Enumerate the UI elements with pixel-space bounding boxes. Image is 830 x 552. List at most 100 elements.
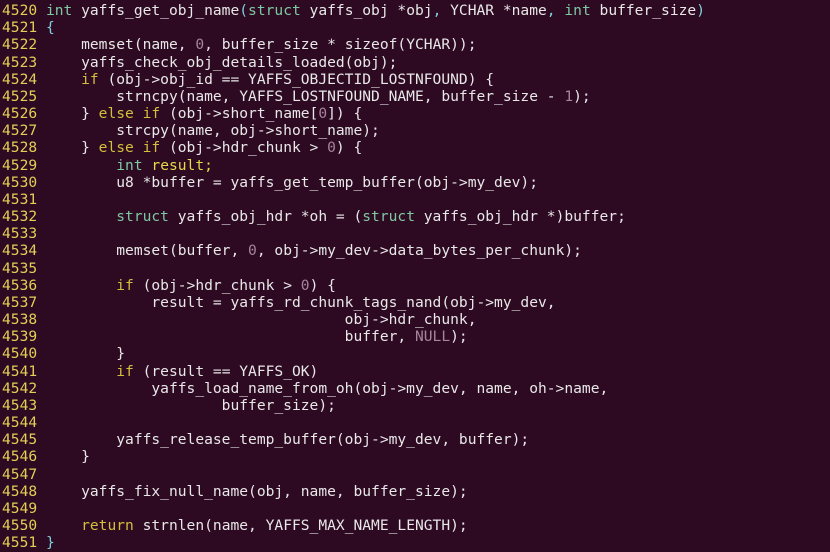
code-line[interactable]: 4526 } else if (obj->short_name[0]) { [2,105,705,122]
code-token: ) [696,2,705,19]
code-line[interactable]: 4533 [2,225,705,242]
line-number: 4538 [2,311,38,329]
code-token: else if [98,139,161,157]
code-token: strncpy(name, YAFFS_LOSTNFOUND_NAME, buf… [45,87,565,105]
code-token: yaffs_get_obj_name [72,2,240,19]
code-token: } [45,345,126,363]
code-token: struct [248,2,301,19]
code-editor[interactable]: 4520 int yaffs_get_obj_name(struct yaffs… [2,2,705,552]
code-line[interactable]: 4545 yaffs_release_temp_buffer(obj->my_d… [2,431,705,448]
code-token: (obj->short_name[ [160,105,319,123]
code-token: if [45,276,134,294]
code-line[interactable]: 4528 } else if (obj->hdr_chunk > 0) { [2,139,705,156]
code-line[interactable]: 4539 buffer, NULL); [2,328,705,345]
code-token: 0 [300,276,310,294]
code-line[interactable]: 4522 memset(name, 0, buffer_size * sizeo… [2,36,705,53]
code-token: ) { [335,139,363,157]
code-line[interactable]: 4541 if (result == YAFFS_OK) [2,363,705,380]
code-line[interactable]: 4520 int yaffs_get_obj_name(struct yaffs… [2,2,705,19]
line-number: 4545 [2,431,38,449]
code-token: yaffs_obj_hdr *oh = ( [168,208,363,226]
code-line[interactable]: 4540 } [2,345,705,362]
code-token: 0 [248,242,257,260]
code-token: (result == YAFFS_OK) [133,362,319,380]
code-token: (obj->hdr_chunk > [160,139,328,157]
code-line[interactable]: 4548 yaffs_fix_null_name(obj, name, buff… [2,483,705,500]
line-number: 4551 [2,534,38,552]
line-number: 4520 [2,2,38,19]
code-token: buffer, [45,328,415,346]
line-number: 4547 [2,465,38,483]
line-number: 4550 [2,517,38,535]
code-line[interactable]: 4544 [2,414,705,431]
code-line[interactable]: 4535 [2,260,705,277]
line-number: 4527 [2,122,38,140]
code-line[interactable]: 4550 return strnlen(name, YAFFS_MAX_NAME… [2,517,705,534]
code-line[interactable]: 4534 memset(buffer, 0, obj->my_dev->data… [2,242,705,259]
line-number: 4524 [2,70,38,88]
code-token: 1 [564,87,574,105]
line-number: 4523 [2,53,38,71]
code-line[interactable]: 4543 buffer_size); [2,397,705,414]
line-number: 4522 [2,36,38,54]
code-token: } [45,448,90,466]
code-line[interactable]: 4532 struct yaffs_obj_hdr *oh = (struct … [2,208,705,225]
code-line[interactable]: 4542 yaffs_load_name_from_oh(obj->my_dev… [2,380,705,397]
code-token: yaffs_check_obj_details_loaded(obj); [45,53,398,71]
line-number: 4546 [2,448,38,466]
line-number: 4544 [2,414,38,432]
code-token: ]) { [327,105,363,123]
code-token: , obj->my_dev->data_bytes_per_chunk); [256,242,582,260]
code-line[interactable]: 4536 if (obj->hdr_chunk > 0) { [2,277,705,294]
code-token: int [564,2,591,19]
code-token: struct [45,208,169,226]
line-number: 4543 [2,396,38,414]
code-line[interactable]: 4523 yaffs_check_obj_details_loaded(obj)… [2,54,705,71]
line-number: 4541 [2,362,38,380]
code-line[interactable]: 4551 } [2,534,705,551]
code-line[interactable]: 4524 if (obj->obj_id == YAFFS_OBJECTID_L… [2,71,705,88]
line-number: 4531 [2,190,38,208]
code-line[interactable]: 4538 obj->hdr_chunk, [2,311,705,328]
code-token: yaffs_load_name_from_oh(obj->my_dev, nam… [45,379,609,397]
code-line[interactable]: 4525 strncpy(name, YAFFS_LOSTNFOUND_NAME… [2,88,705,105]
code-line[interactable]: 4527 strcpy(name, obj->short_name); [2,122,705,139]
line-number: 4521 [2,19,38,37]
code-line[interactable]: 4537 result = yaffs_rd_chunk_tags_nand(o… [2,294,705,311]
line-number: 4536 [2,276,38,294]
code-line[interactable]: 4547 [2,466,705,483]
line-number: 4528 [2,139,38,157]
code-token: (obj->obj_id == YAFFS_OBJECTID_LOSTNFOUN… [98,70,495,88]
code-line[interactable]: 4521 { [2,19,705,36]
line-number: 4539 [2,328,38,346]
code-token: buffer_size [590,2,697,19]
code-line[interactable]: 4549 [2,500,705,517]
line-number: 4529 [2,156,38,174]
line-number: 4542 [2,379,38,397]
code-token: strcpy(name, obj->short_name); [45,122,380,140]
code-line[interactable]: 4531 [2,191,705,208]
code-token: buffer_size); [45,396,336,414]
code-line[interactable]: 4529 int result; [2,157,705,174]
line-number: 4549 [2,499,38,517]
code-token: if [45,362,134,380]
code-token: ( [239,2,249,19]
line-number: 4526 [2,105,38,123]
line-number: 4540 [2,345,38,363]
code-token: memset(buffer, [45,242,249,260]
code-token: , [546,2,556,19]
code-token: } [45,139,99,157]
line-number: 4530 [2,173,38,191]
line-number: 4534 [2,242,38,260]
code-token: return [45,517,134,535]
code-token: 0 [327,139,336,157]
code-line[interactable]: 4546 } [2,448,705,465]
code-token: yaffs_obj *obj [300,2,433,19]
code-token: YCHAR *name [441,2,547,19]
code-token: 0 [318,105,328,123]
code-token: result = yaffs_rd_chunk_tags_nand(obj->m… [45,293,556,311]
code-token: yaffs_release_temp_buffer(obj->my_dev, b… [45,431,530,449]
code-line[interactable]: 4530 u8 *buffer = yaffs_get_temp_buffer(… [2,174,705,191]
code-token: 0 [195,36,205,54]
code-token: int [45,156,143,174]
